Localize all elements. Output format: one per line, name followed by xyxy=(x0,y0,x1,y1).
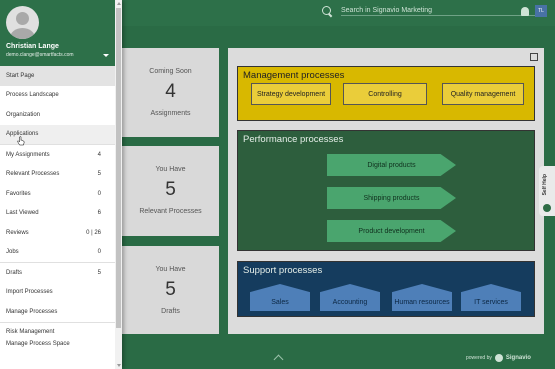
powered-by: powered by Signavio xyxy=(466,354,531,362)
sidebar-item-label: Manage Process Space xyxy=(6,341,70,348)
process-label: Controlling xyxy=(368,90,402,98)
card-number: 5 xyxy=(165,179,176,200)
sidebar-item-risk-management[interactable]: Risk Management xyxy=(0,323,115,335)
card-label: Drafts xyxy=(161,308,180,315)
process-label: Digital products xyxy=(367,161,416,169)
sidebar-item-import-processes[interactable]: Import Processes xyxy=(0,283,115,303)
user-name: Christian Lange xyxy=(6,43,59,50)
sidebar-item-relevant-processes[interactable]: Relevant Processes 5 xyxy=(0,165,115,185)
process-label: Product development xyxy=(358,227,425,235)
management-processes-section: Management processes Strategy developmen… xyxy=(237,66,535,121)
assignments-card[interactable]: Coming Soon 4 Assignments xyxy=(122,48,219,137)
sidebar-item-jobs[interactable]: Jobs 0 xyxy=(0,243,115,263)
drafts-card[interactable]: You Have 5 Drafts xyxy=(122,246,219,334)
search-icon[interactable] xyxy=(322,6,333,17)
sidebar-item-manage-processes[interactable]: Manage Processes xyxy=(0,302,115,322)
sidebar-item-my-assignments[interactable]: My Assignments 4 xyxy=(0,145,115,165)
support-processes-section: Support processes Sales Accounting Human… xyxy=(237,261,535,317)
sidebar-item-label: Manage Processes xyxy=(6,308,58,315)
sidebar-item-count: 0 | 26 xyxy=(86,229,101,236)
card-number: 5 xyxy=(165,279,176,300)
notification-bell-icon[interactable] xyxy=(521,6,529,16)
sidebar-item-label: Favorites xyxy=(6,190,31,197)
scroll-up-arrow-icon[interactable] xyxy=(117,2,121,5)
section-title: Performance processes xyxy=(243,134,344,145)
sidebar-item-label: Import Processes xyxy=(6,289,53,296)
process-label: Quality management xyxy=(450,90,516,98)
card-caption: You Have xyxy=(155,266,186,273)
top-bar-icons: TL xyxy=(521,5,547,17)
sidebar-scrollbar[interactable] xyxy=(115,0,122,369)
process-label: Shipping products xyxy=(363,194,420,202)
process-human-resources[interactable]: Human resources xyxy=(392,284,452,311)
sidebar-item-favorites[interactable]: Favorites 0 xyxy=(0,184,115,204)
user-avatar-button[interactable]: TL xyxy=(535,5,547,17)
sidebar-item-start-page[interactable]: Start Page xyxy=(0,66,115,86)
sidebar-menu: Start Page Process Landscape Organizatio… xyxy=(0,66,115,354)
process-shipping-products[interactable]: Shipping products xyxy=(327,187,456,209)
process-quality-management[interactable]: Quality management xyxy=(442,83,524,105)
sidebar-item-reviews[interactable]: Reviews 0 | 26 xyxy=(0,223,115,243)
sidebar-item-label: Relevant Processes xyxy=(6,171,60,178)
sidebar-item-label: Start Page xyxy=(6,72,35,79)
process-digital-products[interactable]: Digital products xyxy=(327,154,456,176)
process-accounting[interactable]: Accounting xyxy=(320,284,380,311)
scroll-down-arrow-icon[interactable] xyxy=(117,364,121,367)
self-help-button[interactable]: Self Help xyxy=(539,166,555,216)
process-strategy-development[interactable]: Strategy development xyxy=(251,83,331,105)
user-email: demo.clange@smartfacts.com xyxy=(6,52,74,58)
user-profile-header[interactable]: Christian Lange demo.clange@smartfacts.c… xyxy=(0,0,115,66)
process-controlling[interactable]: Controlling xyxy=(343,83,427,105)
card-caption: You Have xyxy=(155,166,186,173)
section-title: Support processes xyxy=(243,265,323,276)
self-help-label: Self Help xyxy=(542,174,548,196)
process-sales[interactable]: Sales xyxy=(250,284,310,311)
process-label: Human resources xyxy=(394,299,450,306)
search-bar[interactable]: Search in Signavio Marketing xyxy=(322,6,541,17)
card-label: Assignments xyxy=(150,110,191,117)
sidebar-item-label: My Assignments xyxy=(6,151,50,158)
process-label: Sales xyxy=(271,299,289,306)
card-label: Relevant Processes xyxy=(139,208,202,215)
card-caption: Coming Soon xyxy=(149,68,192,75)
search-input[interactable]: Search in Signavio Marketing xyxy=(341,7,541,16)
sidebar-item-count: 0 xyxy=(97,249,101,256)
user-avatar xyxy=(6,6,39,39)
sidebar-item-last-viewed[interactable]: Last Viewed 6 xyxy=(0,204,115,224)
process-label: IT services xyxy=(474,299,508,306)
sidebar-item-count: 5 xyxy=(97,269,101,276)
sidebar-item-label: Drafts xyxy=(6,269,23,276)
performance-processes-section: Performance processes Digital products S… xyxy=(237,130,535,251)
powered-by-text: powered by xyxy=(466,355,492,361)
process-product-development[interactable]: Product development xyxy=(327,220,456,242)
sidebar-item-count: 6 xyxy=(97,210,101,217)
brand-name: Signavio xyxy=(505,355,531,361)
help-icon xyxy=(543,204,551,212)
sidebar-item-count: 5 xyxy=(97,171,101,178)
sidebar-item-label: Process Landscape xyxy=(6,92,59,99)
relevant-processes-card[interactable]: You Have 5 Relevant Processes xyxy=(122,146,219,236)
sidebar-item-label: Last Viewed xyxy=(6,210,39,217)
sidebar-item-count: 0 xyxy=(97,190,101,197)
card-number: 4 xyxy=(165,81,176,102)
process-it-services[interactable]: IT services xyxy=(461,284,521,311)
process-label: Accounting xyxy=(332,299,368,306)
sidebar-item-manage-process-space[interactable]: Manage Process Space xyxy=(0,335,115,355)
sidebar-item-process-landscape[interactable]: Process Landscape xyxy=(0,86,115,106)
sidebar-item-label: Jobs xyxy=(6,249,19,256)
navigation-drawer: Christian Lange demo.clange@smartfacts.c… xyxy=(0,0,122,369)
process-map: Management processes Strategy developmen… xyxy=(228,48,544,334)
chevron-down-icon[interactable] xyxy=(103,54,109,57)
hand-cursor-icon xyxy=(17,136,25,146)
sidebar-item-label: Reviews xyxy=(6,229,29,236)
sidebar-item-drafts[interactable]: Drafts 5 xyxy=(0,263,115,283)
process-label: Strategy development xyxy=(256,90,326,98)
sidebar-item-count: 4 xyxy=(97,151,101,158)
scrollbar-thumb[interactable] xyxy=(116,8,121,328)
section-title: Management processes xyxy=(243,70,345,81)
sidebar-item-organization[interactable]: Organization xyxy=(0,105,115,125)
signavio-logo-icon xyxy=(494,354,503,362)
sidebar-item-label: Organization xyxy=(6,111,41,118)
fullscreen-icon[interactable] xyxy=(530,53,538,61)
